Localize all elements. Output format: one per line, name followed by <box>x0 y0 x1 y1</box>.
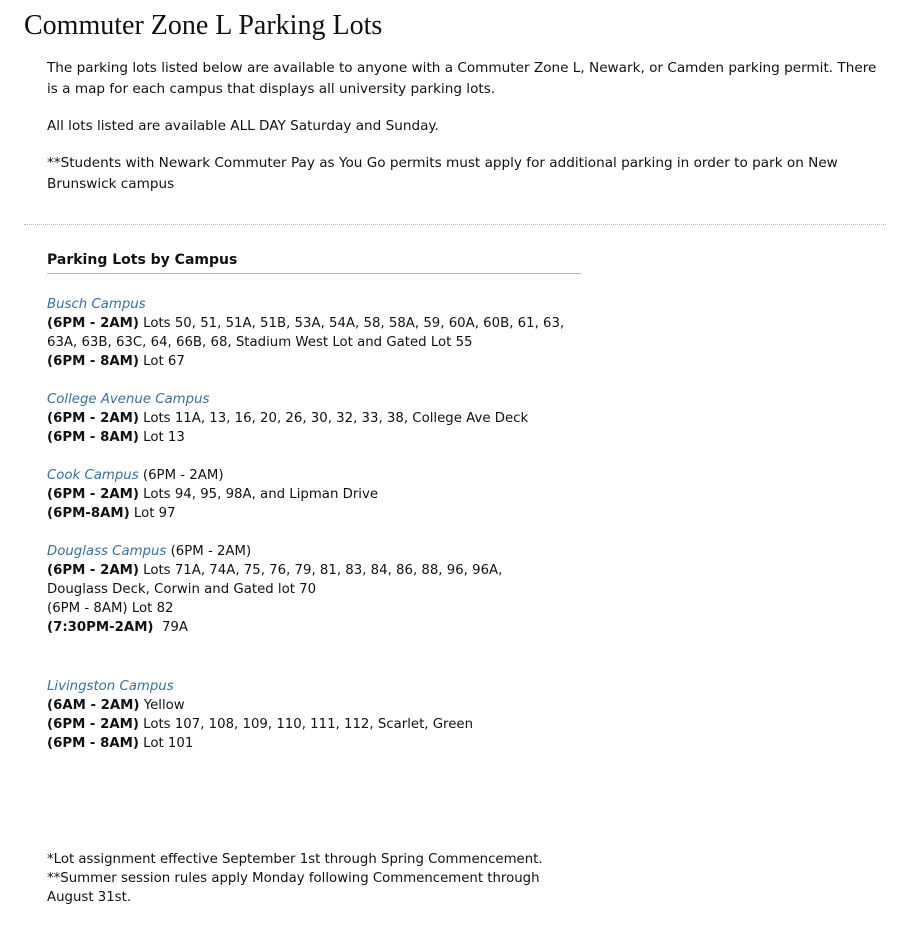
livingston-lots-overnight: (6PM - 8AM) Lot 101 <box>47 734 567 753</box>
campus-busch: Busch Campus (6PM - 2AM) Lots 50, 51, 51… <box>47 295 567 371</box>
footnote-summer-rules: **Summer session rules apply Monday foll… <box>47 871 540 905</box>
cook-hours-2: (6PM-8AM) <box>47 506 130 521</box>
intro-paragraph-permits: The parking lots listed below are availa… <box>47 60 877 97</box>
section-heading: Parking Lots by Campus <box>47 250 581 274</box>
college-ave-lots-evening: (6PM - 2AM) Lots 11A, 13, 16, 20, 26, 30… <box>47 409 567 428</box>
dotted-divider <box>24 224 886 225</box>
cook-lots-1: Lots 94, 95, 98A, and Lipman Drive <box>138 487 379 502</box>
college-ave-lots-overnight: (6PM - 8AM) Lot 13 <box>47 428 567 447</box>
livingston-hours-1: (6AM - 2AM) <box>47 698 140 713</box>
busch-hours-1: (6PM - 2AM) <box>47 316 139 331</box>
douglass-lots-3: 79A <box>153 620 188 635</box>
busch-lots-overnight: (6PM - 8AM) Lot 67 <box>47 352 567 371</box>
douglass-campus-link[interactable]: Douglass Campus <box>47 544 166 559</box>
livingston-lots-allday: (6AM - 2AM) Yellow <box>47 696 567 715</box>
cook-name-hours: (6PM - 2AM) <box>138 468 224 483</box>
douglass-lots-evening: (6PM - 2AM) Lots 71A, 74A, 75, 76, 79, 8… <box>47 561 567 599</box>
page: Commuter Zone L Parking Lots The parking… <box>0 0 900 938</box>
college-ave-hours-2: (6PM - 8AM) <box>47 430 139 445</box>
busch-lots-2: Lot 67 <box>138 354 185 369</box>
busch-campus-link[interactable]: Busch Campus <box>47 297 146 312</box>
page-title: Commuter Zone L Parking Lots <box>24 10 383 41</box>
livingston-lots-evening: (6PM - 2AM) Lots 107, 108, 109, 110, 111… <box>47 715 567 734</box>
intro-paragraph-newark-note: **Students with Newark Commuter Pay as Y… <box>47 155 838 192</box>
douglass-hours-3: (7:30PM-2AM) <box>47 620 154 635</box>
livingston-hours-2: (6PM - 2AM) <box>47 717 139 732</box>
cook-lots-overnight: (6PM-8AM) Lot 97 <box>47 504 567 523</box>
busch-lots-evening: (6PM - 2AM) Lots 50, 51, 51A, 51B, 53A, … <box>47 314 567 352</box>
busch-hours-2: (6PM - 8AM) <box>47 354 139 369</box>
douglass-hours-1: (6PM - 2AM) <box>47 563 139 578</box>
douglass-lots-overnight: (6PM - 8AM) Lot 82 <box>47 601 174 616</box>
college-ave-lots-1: Lots 11A, 13, 16, 20, 26, 30, 32, 33, 38… <box>138 411 529 426</box>
cook-lots-2: Lot 97 <box>129 506 176 521</box>
livingston-lots-3: Lot 101 <box>138 736 194 751</box>
campus-livingston: Livingston Campus (6AM - 2AM) Yellow (6P… <box>47 677 567 753</box>
campus-douglass: Douglass Campus (6PM - 2AM) (6PM - 2AM) … <box>47 542 567 637</box>
footnote-lot-assignment: *Lot assignment effective September 1st … <box>47 852 543 867</box>
intro-paragraph-weekend: All lots listed are available ALL DAY Sa… <box>47 118 439 134</box>
college-ave-hours-1: (6PM - 2AM) <box>47 411 139 426</box>
college-ave-lots-2: Lot 13 <box>138 430 185 445</box>
livingston-hours-3: (6PM - 8AM) <box>47 736 139 751</box>
cook-hours-1: (6PM - 2AM) <box>47 487 139 502</box>
footnotes: *Lot assignment effective September 1st … <box>47 850 567 907</box>
campus-cook: Cook Campus (6PM - 2AM) (6PM - 2AM) Lots… <box>47 466 567 523</box>
douglass-lots-late: (7:30PM-2AM) 79A <box>47 618 567 637</box>
cook-lots-evening: (6PM - 2AM) Lots 94, 95, 98A, and Lipman… <box>47 485 567 504</box>
douglass-name-hours: (6PM - 2AM) <box>166 544 252 559</box>
livingston-lots-1: Yellow <box>139 698 185 713</box>
livingston-campus-link[interactable]: Livingston Campus <box>47 679 174 694</box>
campus-list: Busch Campus (6PM - 2AM) Lots 50, 51, 51… <box>47 295 567 772</box>
cook-campus-link[interactable]: Cook Campus <box>47 468 139 483</box>
intro-text: The parking lots listed below are availa… <box>47 58 877 211</box>
college-ave-campus-link[interactable]: College Avenue Campus <box>47 392 209 407</box>
livingston-lots-2: Lots 107, 108, 109, 110, 111, 112, Scarl… <box>138 717 474 732</box>
campus-college-ave: College Avenue Campus (6PM - 2AM) Lots 1… <box>47 390 567 447</box>
